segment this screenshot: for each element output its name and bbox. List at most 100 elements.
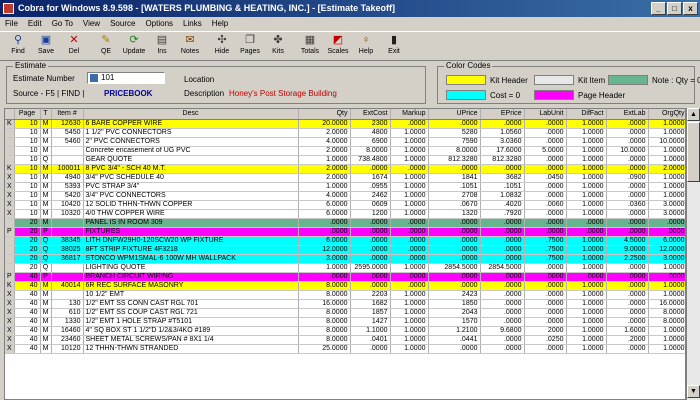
table-row[interactable]: 10 M 5460 2" PVC CONNECTORS 4.0000 6900 1.0000…	[5, 137, 685, 147]
cell-eprice[interactable]: 1.0832	[480, 191, 525, 201]
cell-mk[interactable]	[5, 155, 15, 165]
cell-labunit[interactable]: .0060	[524, 200, 567, 210]
cell-qty[interactable]: 8.0000	[298, 317, 351, 327]
table-row[interactable]: 20 Q 38345 LITH DNFW29H0-120SCW20 WP FIXTUR…	[5, 236, 685, 246]
cell-extlab[interactable]: .0000	[606, 182, 649, 192]
cell-labunit[interactable]: .0000	[524, 164, 567, 174]
cell-extcost[interactable]: 6900	[350, 137, 391, 147]
menu-source[interactable]: Source	[105, 17, 140, 31]
cell-mk[interactable]	[5, 236, 15, 246]
cell-qty[interactable]: 2.0000	[298, 173, 351, 183]
cell-qty[interactable]: .0000	[298, 227, 351, 237]
pages-button[interactable]: ❐ Pages	[236, 32, 264, 60]
cell-diffact[interactable]: .0000	[566, 227, 607, 237]
cell-eprice[interactable]: 1.0560	[480, 128, 525, 138]
cell-qty[interactable]: 8.0000	[298, 308, 351, 318]
cell-uprice[interactable]: .0670	[428, 200, 481, 210]
cell-diffact[interactable]: 1.0000	[566, 155, 607, 165]
cell-uprice[interactable]: .0000	[428, 218, 481, 228]
cell-page[interactable]: 40	[14, 281, 41, 291]
cell-extlab[interactable]: .0000	[606, 290, 649, 300]
cell-item[interactable]: 5460	[51, 137, 84, 147]
cell-markup[interactable]: .0000	[390, 119, 429, 129]
cell-t[interactable]: Q	[40, 263, 52, 273]
cell-desc[interactable]: 1/2" EMT 1 HOLE STRAP #T5101	[83, 317, 299, 327]
cell-markup[interactable]: .0000	[390, 236, 429, 246]
cell-diffact[interactable]: 1.0000	[566, 344, 607, 354]
cell-orgqty[interactable]: 3.0000	[648, 200, 685, 210]
takeoff-grid[interactable]: Page T Item # Desc Qty ExtCost Markup UPrice EPr…	[4, 108, 686, 400]
cell-extlab[interactable]: .0000	[606, 209, 649, 219]
cell-qty[interactable]: 2.0000	[298, 128, 351, 138]
cell-mk[interactable]: X	[5, 209, 15, 219]
cell-extcost[interactable]: .0000	[350, 245, 391, 255]
cell-uprice[interactable]: .0000	[428, 227, 481, 237]
cell-orgqty[interactable]: 1.0000	[648, 335, 685, 345]
cell-markup[interactable]: 1.0000	[390, 317, 429, 327]
cell-qty[interactable]: 2.0000	[298, 146, 351, 156]
cell-t[interactable]: M	[40, 335, 52, 345]
cell-qty[interactable]: 16.0000	[298, 299, 351, 309]
cell-orgqty[interactable]: .0000	[648, 218, 685, 228]
cell-diffact[interactable]: 1.0000	[566, 164, 607, 174]
cell-extcost[interactable]: 738.4800	[350, 155, 391, 165]
cell-page[interactable]: 20	[14, 245, 41, 255]
cell-extcost[interactable]: 8.0000	[350, 146, 391, 156]
cell-t[interactable]: M	[40, 281, 52, 291]
cell-markup[interactable]: 1.0000	[390, 155, 429, 165]
cell-extcost[interactable]: .0401	[350, 335, 391, 345]
cell-t[interactable]: M	[40, 326, 52, 336]
cell-markup[interactable]: .0000	[390, 218, 429, 228]
cell-extcost[interactable]: 2462	[350, 191, 391, 201]
cell-eprice[interactable]: .0000	[480, 317, 525, 327]
cell-extlab[interactable]: .0900	[606, 173, 649, 183]
cell-page[interactable]: 10	[14, 146, 41, 156]
column-header-eprice[interactable]: EPrice	[480, 109, 525, 120]
cell-desc[interactable]: GEAR QUOTE	[83, 155, 299, 165]
cell-labunit[interactable]: .7500	[524, 236, 567, 246]
cell-markup[interactable]: 1.0000	[390, 182, 429, 192]
cell-eprice[interactable]: .0000	[480, 308, 525, 318]
cell-eprice[interactable]: .0000	[480, 254, 525, 264]
cell-orgqty[interactable]: 1.0000	[648, 146, 685, 156]
cell-t[interactable]: M	[40, 299, 52, 309]
cell-item[interactable]: 5450	[51, 128, 84, 138]
cell-eprice[interactable]: 17.6000	[480, 146, 525, 156]
cell-t[interactable]: Q	[40, 245, 52, 255]
cell-eprice[interactable]: 2854.5000	[480, 263, 525, 273]
minimize-button[interactable]: _	[651, 2, 666, 15]
table-row[interactable]: 10 M 5450 1 1/2" PVC CONNECTORS 2.0000 4800 1.…	[5, 128, 685, 138]
cell-eprice[interactable]: 9.6800	[480, 326, 525, 336]
column-header-uprice[interactable]: UPrice	[428, 109, 481, 120]
cell-diffact[interactable]: 1.0000	[566, 191, 607, 201]
cell-item[interactable]	[51, 146, 84, 156]
find-button[interactable]: ⚲ Find	[4, 32, 32, 60]
cell-diffact[interactable]: 1.0000	[566, 200, 607, 210]
del-button[interactable]: ✕ Del	[60, 32, 88, 60]
cell-markup[interactable]: 1.0000	[390, 146, 429, 156]
cell-extcost[interactable]: .0000	[350, 272, 391, 282]
cell-eprice[interactable]: .0000	[480, 245, 525, 255]
cell-orgqty[interactable]: 1.0000	[648, 182, 685, 192]
kits-button[interactable]: ✤ Kits	[264, 32, 292, 60]
cell-orgqty[interactable]: 1.0000	[648, 128, 685, 138]
cell-markup[interactable]: 1.0000	[390, 290, 429, 300]
cell-extlab[interactable]: .2000	[606, 335, 649, 345]
cell-t[interactable]: M	[40, 182, 52, 192]
column-header-extlab[interactable]: ExtLab	[606, 109, 649, 120]
cell-desc[interactable]: 6R REC SURFACE MASONRY	[83, 281, 299, 291]
cell-diffact[interactable]: .0000	[566, 272, 607, 282]
cell-item[interactable]: 10320	[51, 209, 84, 219]
cell-qty[interactable]: 1.0000	[298, 263, 351, 273]
cell-desc[interactable]: 8FT STRIP FIXTURE 4F3218	[83, 245, 299, 255]
cell-item[interactable]: 38345	[51, 236, 84, 246]
cell-mk[interactable]: X	[5, 326, 15, 336]
cell-uprice[interactable]: 1841	[428, 173, 481, 183]
cell-orgqty[interactable]: .0000	[648, 272, 685, 282]
cell-mk[interactable]: K	[5, 164, 15, 174]
cell-item[interactable]	[51, 218, 84, 228]
column-header-marker[interactable]	[5, 109, 15, 120]
table-row[interactable]: X 40 M 610 1/2" EMT SS COUP CAST RGL 721 8.00…	[5, 308, 685, 318]
cell-mk[interactable]: X	[5, 191, 15, 201]
vertical-scrollbar[interactable]: ▲ ▼	[686, 108, 700, 400]
